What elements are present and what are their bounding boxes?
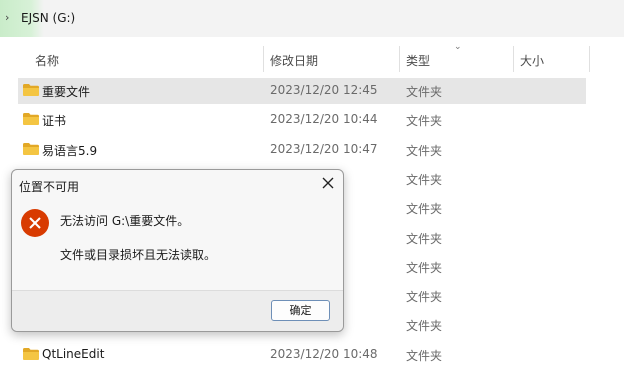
folder-icon xyxy=(23,142,39,155)
file-type: 文件夹 xyxy=(406,290,443,305)
file-type: 文件夹 xyxy=(406,114,443,129)
column-header-name[interactable]: 名称 xyxy=(35,52,59,69)
file-type: 文件夹 xyxy=(406,319,443,334)
column-header-date[interactable]: 修改日期 xyxy=(270,52,318,69)
folder-icon xyxy=(23,113,39,126)
dialog-title: 位置不可用 xyxy=(19,180,80,194)
file-type: 文件夹 xyxy=(406,202,443,217)
column-header-size[interactable]: 大小 xyxy=(520,52,544,69)
chevron-right-icon[interactable]: › xyxy=(5,11,9,24)
file-type: 文件夹 xyxy=(406,231,443,246)
error-icon xyxy=(21,209,49,237)
dialog-message-secondary: 文件或目录损坏且无法读取。 xyxy=(60,248,217,262)
column-divider[interactable] xyxy=(399,46,400,72)
file-type: 文件夹 xyxy=(406,143,443,158)
file-name: 易语言5.9 xyxy=(42,143,98,158)
column-divider[interactable] xyxy=(263,46,264,72)
file-row[interactable]: 证书 2023/12/20 10:44 文件夹 xyxy=(18,107,586,133)
file-date: 2023/12/20 10:48 xyxy=(270,346,378,361)
file-type: 文件夹 xyxy=(406,348,443,363)
file-name: QtLineEdit xyxy=(42,346,105,361)
chevron-down-icon: ⌄ xyxy=(454,42,462,52)
folder-icon xyxy=(23,347,39,360)
file-type: 文件夹 xyxy=(406,85,443,99)
dialog-footer: 确定 xyxy=(12,290,343,331)
file-type: 文件夹 xyxy=(406,172,443,187)
error-dialog: 位置不可用 无法访问 G:\重要文件。 文件或目录损坏且无法读取。 确定 xyxy=(11,169,344,332)
column-divider[interactable] xyxy=(513,46,514,72)
column-divider[interactable] xyxy=(589,46,590,72)
file-row[interactable]: 易语言5.9 2023/12/20 10:47 文件夹 xyxy=(18,137,586,163)
close-icon[interactable] xyxy=(319,174,337,192)
address-bar[interactable]: › EJSN (G:) xyxy=(0,0,624,37)
folder-icon xyxy=(23,84,39,96)
file-date: 2023/12/20 12:45 xyxy=(270,83,378,97)
ok-button[interactable]: 确定 xyxy=(271,300,330,321)
file-name: 证书 xyxy=(42,114,67,129)
column-header-type[interactable]: 类型 xyxy=(406,52,430,69)
file-type: 文件夹 xyxy=(406,260,443,275)
file-name: 重要文件 xyxy=(42,85,91,99)
file-row[interactable]: 重要文件 2023/12/20 12:45 文件夹 xyxy=(18,78,586,104)
dialog-message-primary: 无法访问 G:\重要文件。 xyxy=(60,214,190,228)
file-date: 2023/12/20 10:47 xyxy=(270,141,378,156)
file-row[interactable]: QtLineEdit 2023/12/20 10:48 文件夹 xyxy=(18,342,586,368)
file-date: 2023/12/20 10:44 xyxy=(270,112,378,127)
address-path[interactable]: EJSN (G:) xyxy=(21,11,75,25)
